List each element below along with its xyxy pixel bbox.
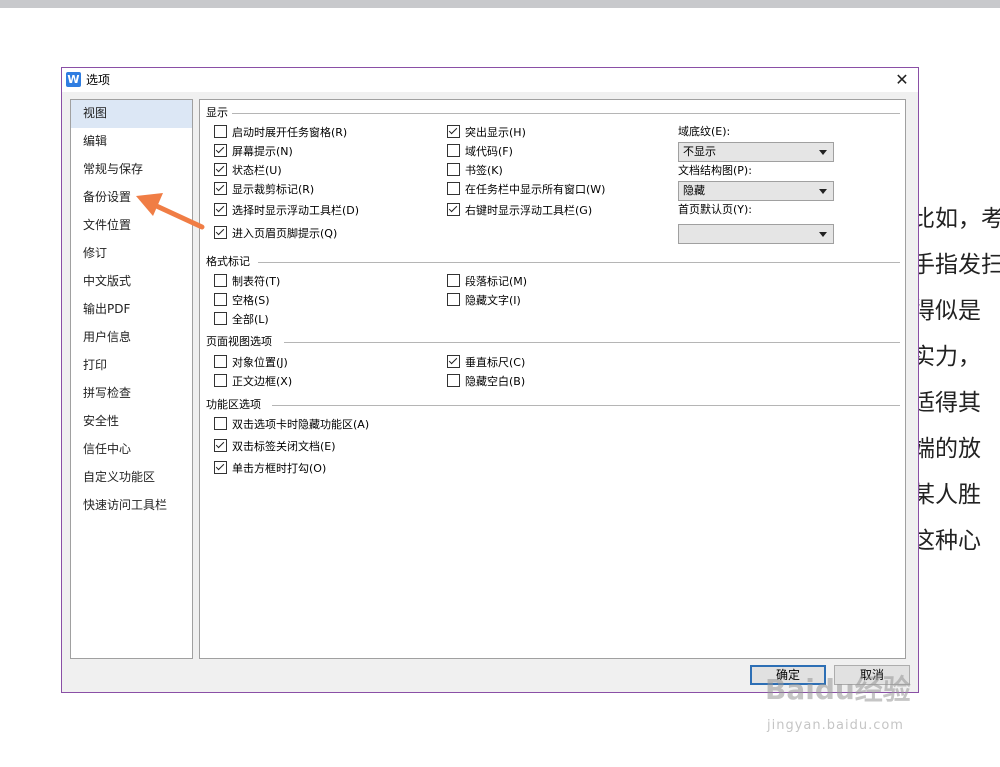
annotation-arrow [136, 193, 205, 230]
watermark-url: jingyan.baidu.com [767, 718, 904, 733]
arrow-shaft [147, 200, 205, 230]
baidu-watermark: Baidu经验 jingyan.baidu.com [765, 658, 955, 748]
baidu-logo: Baidu经验 [765, 673, 911, 706]
